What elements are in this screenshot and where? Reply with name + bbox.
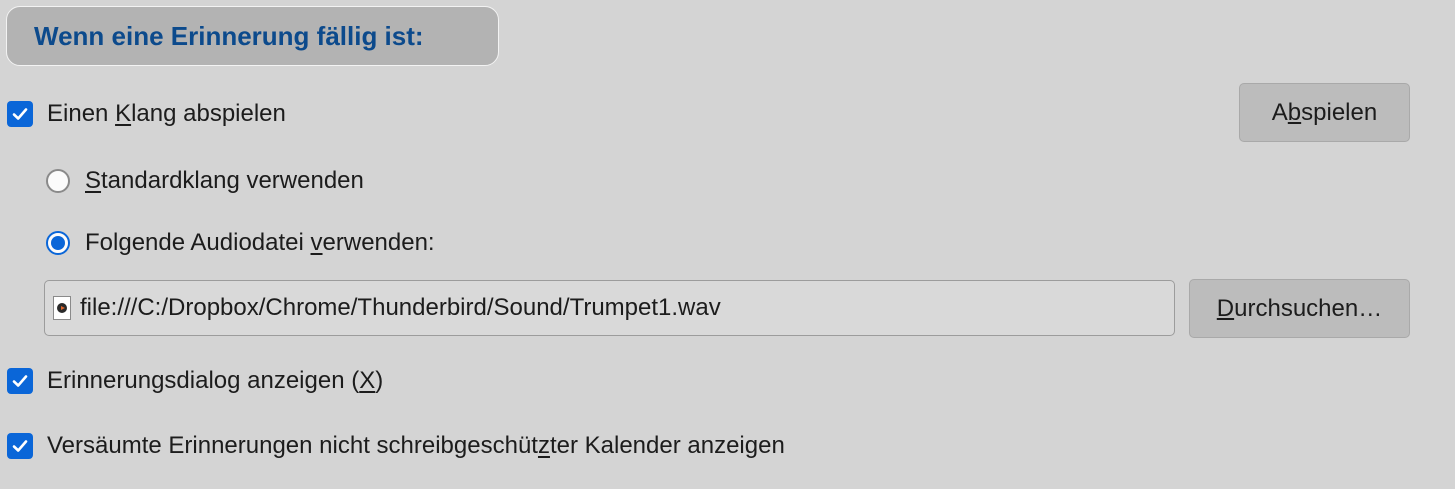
checkmark-icon — [12, 375, 28, 387]
sound-file-field[interactable]: file:///C:/Dropbox/Chrome/Thunderbird/So… — [44, 280, 1175, 336]
play-sound-label: Einen Klang abspielen — [47, 100, 286, 127]
show-missed-checkbox[interactable] — [7, 433, 33, 459]
browse-button-label: Durchsuchen… — [1216, 294, 1383, 322]
show-dialog-label: Erinnerungsdialog anzeigen (X) — [47, 367, 384, 394]
checkmark-icon — [12, 440, 28, 452]
play-sound-checkbox[interactable] — [7, 101, 33, 127]
show-dialog-checkbox[interactable] — [7, 368, 33, 394]
browse-button[interactable]: Durchsuchen… — [1189, 279, 1410, 338]
play-sound-option[interactable]: Einen Klang abspielen — [7, 99, 286, 129]
section-header: Wenn eine Erinnerung fällig ist: — [6, 6, 499, 66]
show-missed-label: Versäumte Erinnerungen nicht schreibgesc… — [47, 432, 785, 459]
audio-file-icon — [53, 296, 71, 320]
default-sound-label: Standardklang verwenden — [85, 167, 364, 194]
default-sound-radio[interactable] — [46, 169, 70, 193]
checkmark-icon — [12, 108, 28, 120]
default-sound-option[interactable]: Standardklang verwenden — [46, 166, 364, 196]
custom-sound-radio[interactable] — [46, 231, 70, 255]
custom-sound-label: Folgende Audiodatei verwenden: — [85, 229, 435, 256]
show-missed-option[interactable]: Versäumte Erinnerungen nicht schreibgesc… — [7, 431, 785, 461]
play-button-label: Abspielen — [1271, 98, 1378, 126]
custom-sound-option[interactable]: Folgende Audiodatei verwenden: — [46, 228, 435, 258]
sound-file-path: file:///C:/Dropbox/Chrome/Thunderbird/So… — [80, 294, 721, 321]
play-button[interactable]: Abspielen — [1239, 83, 1410, 142]
section-title: Wenn eine Erinnerung fällig ist: — [34, 20, 424, 51]
reminder-settings-panel: Wenn eine Erinnerung fällig ist: Einen K… — [0, 0, 1455, 489]
show-dialog-option[interactable]: Erinnerungsdialog anzeigen (X) — [7, 366, 383, 396]
